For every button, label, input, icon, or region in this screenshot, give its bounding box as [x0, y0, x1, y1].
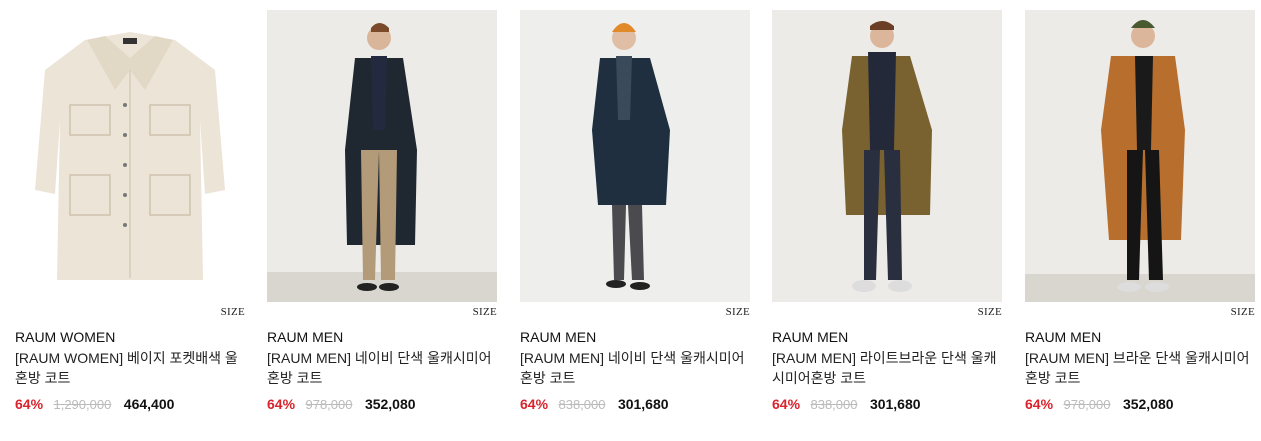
discount-percent: 64%: [520, 396, 549, 412]
original-price: 978,000: [305, 397, 353, 412]
sale-price: 464,400: [123, 396, 175, 412]
product-card[interactable]: SIZE RAUM WOMEN [RAUM WOMEN] 베이지 포켓배색 울혼…: [15, 10, 245, 414]
product-image[interactable]: [15, 10, 245, 302]
size-link[interactable]: SIZE: [1025, 305, 1255, 319]
brown-coat-image: [1025, 10, 1255, 302]
size-link[interactable]: SIZE: [772, 305, 1002, 319]
price-row: 64% 838,000 301,680: [772, 394, 1002, 414]
product-image[interactable]: [520, 10, 750, 302]
original-price: 838,000: [810, 397, 858, 412]
original-price: 838,000: [558, 397, 606, 412]
sale-price: 352,080: [364, 396, 416, 412]
discount-percent: 64%: [15, 396, 44, 412]
brand-name: RAUM MEN: [267, 329, 344, 345]
brand-name: RAUM MEN: [772, 329, 849, 345]
brand-name: RAUM MEN: [520, 329, 597, 345]
size-link[interactable]: SIZE: [15, 305, 245, 319]
product-name[interactable]: [RAUM MEN] 브라운 단색 울캐시미어혼방 코트: [1025, 348, 1255, 388]
sale-price: 301,680: [869, 396, 921, 412]
product-card[interactable]: SIZE RAUM MEN [RAUM MEN] 브라운 단색 울캐시미어혼방 …: [1025, 10, 1255, 414]
navy-short-coat-image: [520, 10, 750, 302]
price-row: 64% 978,000 352,080: [1025, 394, 1255, 414]
discount-percent: 64%: [267, 396, 296, 412]
product-image[interactable]: [1025, 10, 1255, 302]
product-card[interactable]: SIZE RAUM MEN [RAUM MEN] 네이비 단색 울캐시미어혼방 …: [520, 10, 750, 414]
size-link[interactable]: SIZE: [267, 305, 497, 319]
original-price: 978,000: [1063, 397, 1111, 412]
size-link[interactable]: SIZE: [520, 305, 750, 319]
light-brown-coat-image: [772, 10, 1002, 302]
sale-price: 352,080: [1122, 396, 1174, 412]
discount-percent: 64%: [772, 396, 801, 412]
product-image[interactable]: [267, 10, 497, 302]
original-price: 1,290,000: [53, 397, 112, 412]
product-name[interactable]: [RAUM MEN] 네이비 단색 울캐시미어혼방 코트: [520, 348, 750, 388]
product-grid: SIZE RAUM WOMEN [RAUM WOMEN] 베이지 포켓배색 울혼…: [0, 0, 1261, 441]
product-name[interactable]: [RAUM MEN] 네이비 단색 울캐시미어혼방 코트: [267, 348, 497, 388]
brand-name: RAUM MEN: [1025, 329, 1102, 345]
sale-price: 301,680: [617, 396, 669, 412]
discount-percent: 64%: [1025, 396, 1054, 412]
product-name[interactable]: [RAUM MEN] 라이트브라운 단색 울캐시미어혼방 코트: [772, 348, 1002, 388]
price-row: 64% 978,000 352,080: [267, 394, 497, 414]
brand-name: RAUM WOMEN: [15, 329, 116, 345]
product-card[interactable]: SIZE RAUM MEN [RAUM MEN] 라이트브라운 단색 울캐시미어…: [772, 10, 1002, 414]
navy-coat-image: [267, 10, 497, 302]
beige-coat-image: [15, 10, 245, 302]
product-name[interactable]: [RAUM WOMEN] 베이지 포켓배색 울혼방 코트: [15, 348, 245, 388]
price-row: 64% 838,000 301,680: [520, 394, 750, 414]
product-card[interactable]: SIZE RAUM MEN [RAUM MEN] 네이비 단색 울캐시미어혼방 …: [267, 10, 497, 414]
product-image[interactable]: [772, 10, 1002, 302]
price-row: 64% 1,290,000 464,400: [15, 394, 245, 414]
